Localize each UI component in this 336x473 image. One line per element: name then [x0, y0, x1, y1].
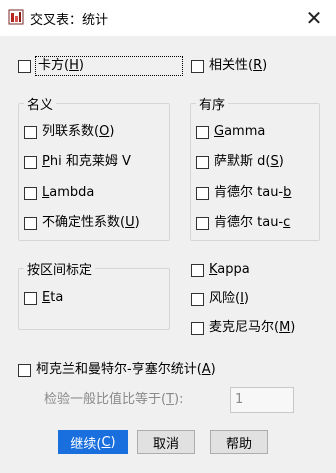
phi-cramers-v-option[interactable]: Phi 和克莱姆 V: [24, 154, 131, 170]
close-icon[interactable]: ✕: [300, 4, 328, 32]
kendall-tau-c-option[interactable]: 肯德尔 tau-c: [196, 215, 290, 231]
lambda-label: Lambda: [42, 185, 95, 200]
window-title: 交叉表：统计: [30, 13, 109, 28]
kendall-tau-b-option[interactable]: 肯德尔 tau-b: [196, 185, 291, 201]
risk-option[interactable]: 风险(I): [191, 291, 249, 307]
eta-label: Eta: [42, 290, 64, 305]
cmh-option[interactable]: 柯克兰和曼特尔-亨塞尔统计(A): [18, 362, 216, 378]
kendall-tau-b-checkbox[interactable]: [196, 186, 209, 200]
cmh-checkbox[interactable]: [18, 363, 31, 377]
common-odds-ratio-label: 检验一般比值比等于(T):: [44, 392, 184, 407]
interval-legend: 按区间标定: [24, 259, 96, 278]
gamma-label: Gamma: [214, 124, 266, 139]
correlations-checkbox[interactable]: [191, 59, 204, 73]
contingency-coefficient-option[interactable]: 列联系数(O): [24, 124, 114, 140]
phi-cramers-v-label: Phi 和克莱姆 V: [42, 154, 131, 169]
cmh-label: 柯克兰和曼特尔-亨塞尔统计(A): [36, 362, 216, 377]
chisq-checkbox[interactable]: [18, 59, 31, 73]
kendall-tau-c-checkbox[interactable]: [196, 216, 209, 230]
chisq-label: 卡方(H): [38, 58, 84, 73]
eta-option[interactable]: Eta: [24, 290, 63, 306]
somers-d-option[interactable]: 萨默斯 d(S): [196, 154, 284, 170]
contingency-coefficient-checkbox[interactable]: [24, 125, 37, 139]
mcnemar-checkbox[interactable]: [191, 321, 204, 335]
risk-label: 风险(I): [209, 291, 249, 306]
correlations-label: 相关性(R): [209, 58, 268, 73]
ordinal-legend: 有序: [196, 94, 229, 113]
lambda-checkbox[interactable]: [24, 186, 37, 200]
kendall-tau-c-label: 肯德尔 tau-c: [214, 215, 291, 230]
app-icon: [8, 9, 24, 25]
risk-checkbox[interactable]: [191, 292, 204, 306]
gamma-option[interactable]: Gamma: [196, 124, 265, 140]
lambda-option[interactable]: Lambda: [24, 185, 94, 201]
kappa-checkbox[interactable]: [191, 263, 204, 277]
uncertainty-coefficient-checkbox[interactable]: [24, 216, 37, 230]
common-odds-ratio-input[interactable]: 1: [230, 387, 294, 413]
mcnemar-label: 麦克尼马尔(M): [209, 320, 296, 335]
help-button[interactable]: 帮助: [210, 430, 268, 454]
nominal-legend: 名义: [24, 94, 57, 113]
gamma-checkbox[interactable]: [196, 125, 209, 139]
uncertainty-coefficient-label: 不确定性系数(U): [42, 215, 140, 230]
contingency-coefficient-label: 列联系数(O): [42, 124, 115, 139]
kappa-option[interactable]: Kappa: [191, 262, 250, 278]
chisq-option[interactable]: 卡方(H): [18, 56, 183, 76]
somers-d-label: 萨默斯 d(S): [214, 154, 284, 169]
uncertainty-coefficient-option[interactable]: 不确定性系数(U): [24, 215, 140, 231]
kendall-tau-b-label: 肯德尔 tau-b: [214, 185, 292, 200]
phi-cramers-v-checkbox[interactable]: [24, 155, 37, 169]
somers-d-checkbox[interactable]: [196, 155, 209, 169]
chisq-focus: 卡方(H): [35, 56, 183, 76]
cancel-button[interactable]: 取消: [137, 430, 195, 454]
kappa-label: Kappa: [209, 262, 250, 277]
eta-checkbox[interactable]: [24, 291, 37, 305]
mcnemar-option[interactable]: 麦克尼马尔(M): [191, 320, 295, 336]
correlations-option[interactable]: 相关性(R): [191, 58, 267, 74]
continue-button[interactable]: 继续(C): [58, 430, 128, 454]
